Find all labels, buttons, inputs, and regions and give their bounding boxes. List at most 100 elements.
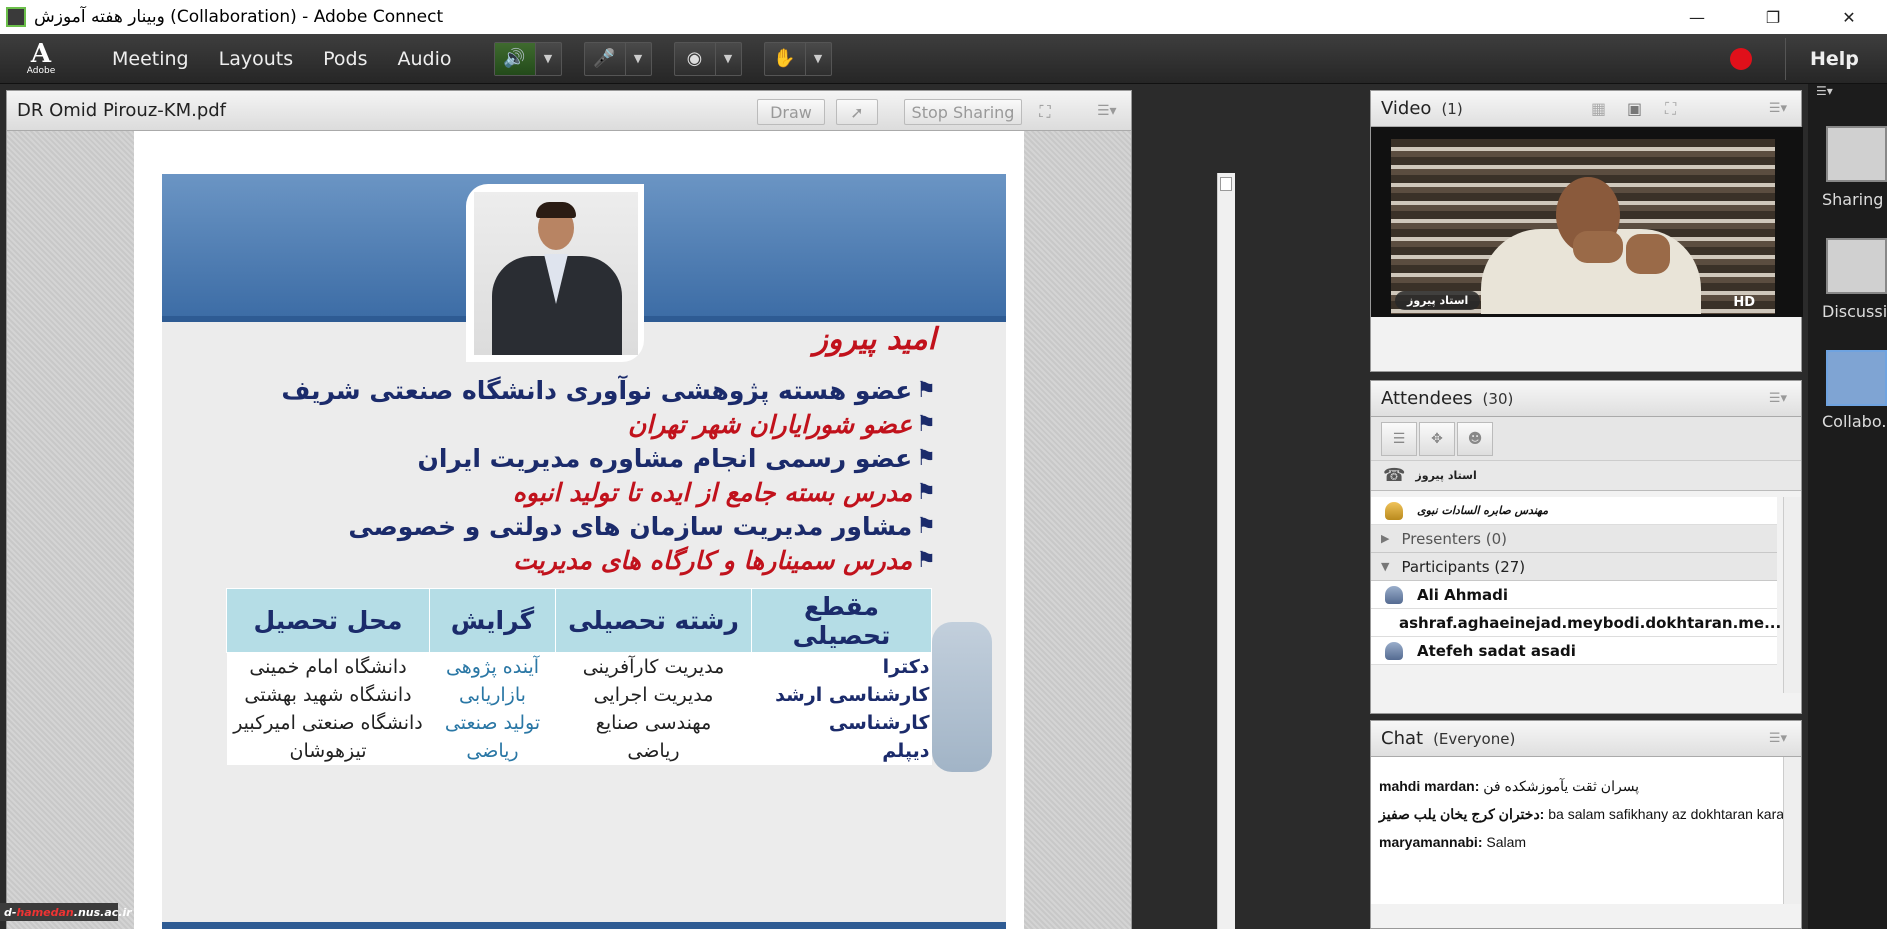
video-name-label: استاد پیروز [1395,291,1481,310]
chat-options-icon[interactable]: ☰▾ [1769,731,1787,746]
table-cell: مدیریت اجرایی [555,680,752,709]
webcam-icon[interactable]: ◉ [675,43,715,75]
adobe-logo-text: Adobe [26,65,56,76]
microphone-dropdown[interactable]: ▼ [624,42,651,75]
raise-hand-icon[interactable]: ✋ [765,43,805,75]
minimize-button[interactable]: — [1659,0,1735,34]
layout-label-collaboration[interactable]: Collabo... [1822,412,1887,431]
speaker-dropdown[interactable]: ▼ [534,42,561,75]
flag-icon: ⚑ [916,480,936,505]
microphone-icon[interactable]: 🎤 [585,43,625,75]
list-item[interactable]: ashraf.aghaeinejad.meybodi.dokhtaran.me.… [1371,609,1781,637]
window-title: وبینار هفته آموزش (Collaboration) - Adob… [34,7,444,27]
attendees-options-icon[interactable]: ☰▾ [1769,391,1787,406]
fullscreen-icon[interactable]: ⛶ [1031,99,1059,125]
chat-scrollbar[interactable] [1783,757,1801,904]
draw-button[interactable]: Draw [757,99,825,125]
webcam-dropdown[interactable]: ▼ [714,42,741,75]
list-view-icon[interactable]: ☰ [1381,421,1417,456]
site-watermark: d-hamedan .nus.ac.ir [0,903,132,921]
pdf-scrollbar[interactable] [1217,173,1235,929]
decorative-figure [932,622,992,772]
attendees-pod-header: Attendees (30) ☰▾ [1371,381,1801,417]
slide-footer-band [162,922,1006,929]
bullet-text: مدرس سمینارها و کارگاه های مدیریت [513,546,913,575]
video-pod: Video (1) ▦ ▣ ⛶ ☰▾ استاد پیروز HD [1370,90,1803,372]
webcam-control: ◉ ▼ [673,41,742,76]
table-cell: مهندسی صنایع [555,708,752,737]
layouts-menu-icon[interactable]: ☰▾ [1808,84,1887,104]
layout-thumb-sharing[interactable] [1826,126,1887,182]
adobe-logo: A Adobe [20,37,62,81]
video-options-icon[interactable]: ☰▾ [1769,101,1787,116]
attendee-name: Ali Ahmadi [1417,585,1509,604]
speaker-icon[interactable]: 🔊 [494,42,535,75]
grid-view-icon[interactable]: ▦ [1591,99,1606,118]
chat-text: پسران ثقت یآموزشکده فن [1479,778,1640,794]
chat-pod: Chat (Everyone) ☰▾ mahdi mardan: پسران ث… [1370,720,1802,929]
bullet-text: عضو رسمی انجام مشاوره مدیریت ایران [417,444,913,473]
attendees-scrollbar[interactable] [1783,497,1801,693]
table-header: رشته تحصیلی [555,588,752,653]
list-item[interactable]: Ali Ahmadi [1371,581,1777,609]
flag-icon: ⚑ [916,412,936,437]
flag-icon: ⚑ [916,514,936,539]
user-icon [1385,641,1403,660]
video-area: استاد پیروز HD [1371,127,1803,317]
table-cell: کارشناسی ارشد [751,680,932,709]
status-view-icon[interactable]: ☻ [1457,421,1493,456]
filmstrip-view-icon[interactable]: ▣ [1627,99,1642,118]
host-row[interactable]: ☎ استاد پیروز [1371,461,1801,491]
watermark-suffix: .nus.ac.ir [73,905,132,919]
layout-label-sharing[interactable]: Sharing [1822,190,1883,209]
layout-label-discussion[interactable]: Discussio [1822,302,1887,321]
participants-section[interactable]: ▼ Participants (27) [1371,553,1777,581]
pod-options-icon[interactable]: ☰▾ [1097,103,1117,119]
video-pod-header: Video (1) ▦ ▣ ⛶ ☰▾ [1371,91,1801,127]
table-cell: ریاضی [555,736,752,765]
attendee-name: مهندس صابره السادات نبوی [1417,504,1549,517]
layout-thumb-collaboration[interactable] [1826,350,1887,406]
breakout-view-icon[interactable]: ✥ [1419,421,1455,456]
chevron-down-icon: ▼ [1381,560,1390,573]
share-content-area: امید پیروز ⚑ عضو هسته پژوهشی نوآوری دانشگ… [7,131,1235,929]
menu-bar: A Adobe Meeting Layouts Pods Audio 🔊 ▼ 🎤… [0,34,1887,84]
chat-pod-title: Chat [1381,728,1424,749]
layout-thumb-discussion[interactable] [1826,238,1887,294]
table-cell: کارشناسی [751,708,932,737]
portrait-hair [536,202,576,218]
pdf-page: امید پیروز ⚑ عضو هسته پژوهشی نوآوری دانشگ… [134,131,1024,929]
menu-meeting[interactable]: Meeting [112,48,189,70]
table-row: دکترا مدیریت کارآفرینی آینده پژوهی دانشگ… [226,652,932,681]
restore-button[interactable]: ❐ [1735,0,1811,34]
recording-indicator-icon[interactable] [1730,48,1752,70]
menu-layouts[interactable]: Layouts [219,48,294,70]
table-cell: تولید صنعتی [429,708,556,737]
attendees-pod: Attendees (30) ☰▾ ☰ ✥ ☻ ☎ استاد پیروز مه… [1370,380,1802,714]
help-menu[interactable]: Help [1810,48,1859,70]
presenters-section[interactable]: ▶ Presenters (0) [1371,525,1777,553]
attendees-pod-title: Attendees [1381,388,1473,409]
table-cell: دکترا [751,652,932,681]
scroll-thumb[interactable] [1220,177,1232,191]
bullet-item: ⚑ عضو هسته پژوهشی نوآوری دانشگاه صنعتی شر… [281,374,936,408]
list-item[interactable]: مهندس صابره السادات نبوی [1371,497,1777,525]
participants-label: Participants (27) [1401,557,1526,576]
raise-hand-dropdown[interactable]: ▼ [804,42,831,75]
close-button[interactable]: ✕ [1811,0,1887,34]
share-pod-title: DR Omid Pirouz-KM.pdf [17,100,227,121]
menu-audio[interactable]: Audio [397,48,451,70]
fullscreen-video-icon[interactable]: ⛶ [1665,99,1676,119]
phone-icon: ☎ [1383,465,1406,486]
layouts-bar: ☰▾ Sharing Discussio Collabo... [1808,84,1887,929]
bullet-text: عضو شورایاران شهر تهران [627,410,913,439]
stop-sharing-button[interactable]: Stop Sharing [904,99,1022,125]
list-item[interactable]: Atefeh sadat asadi [1371,637,1777,665]
pointer-tool-icon[interactable]: ➚ [836,99,878,125]
table-cell: آینده پژوهی [429,652,556,681]
menu-pods[interactable]: Pods [323,48,367,70]
flag-icon: ⚑ [916,548,936,573]
watermark-highlight: hamedan [16,905,74,919]
bullet-item: ⚑ مدرس بسته جامع از ایده تا تولید انبوه [281,476,936,510]
title-bar: وبینار هفته آموزش (Collaboration) - Adob… [0,0,1887,34]
